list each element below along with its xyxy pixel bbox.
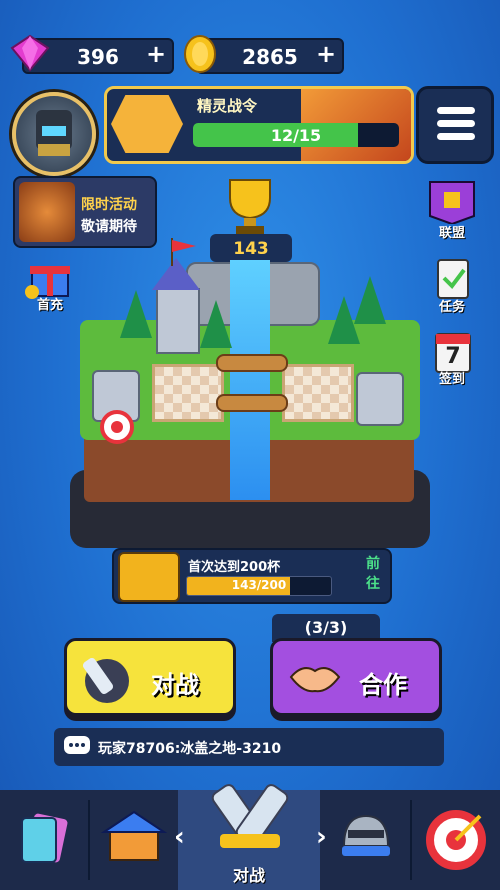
- target-icon: [100, 410, 134, 444]
- menu-icon-line: [437, 133, 475, 140]
- handshake-icon: [289, 667, 341, 693]
- tree: [120, 290, 152, 338]
- limited-event-button[interactable]: 限时活动 敬请期待: [13, 176, 157, 248]
- chat-bubble-icon: [64, 736, 90, 754]
- nav-helmet-icon[interactable]: [332, 806, 400, 870]
- pass-progress-text: 12/15: [270, 126, 322, 145]
- nav-divider: [410, 800, 412, 880]
- nav-right-arrow[interactable]: ›: [316, 822, 327, 852]
- coin-add-button[interactable]: +: [314, 42, 338, 66]
- nav-target-icon[interactable]: [424, 808, 488, 872]
- coop-count: (3/3): [304, 618, 348, 637]
- player-avatar[interactable]: [12, 92, 96, 176]
- nav-cards-icon[interactable]: [12, 808, 76, 872]
- first-recharge-button[interactable]: 首充: [22, 256, 78, 313]
- nav-battle-label: 对战: [232, 866, 265, 885]
- arena-board-right: [282, 364, 354, 422]
- trophy-icon: [229, 179, 271, 234]
- nav-shop-icon[interactable]: [100, 804, 168, 868]
- event-character-art: [19, 182, 75, 242]
- menu-icon-line: [437, 120, 475, 127]
- battle-button-label: 对战: [151, 671, 199, 699]
- cannon-tower-right: [356, 372, 404, 426]
- castle-tower: [156, 288, 200, 354]
- quest-go-button[interactable]: 前往: [362, 554, 384, 594]
- alliance-label: 联盟: [438, 226, 465, 241]
- gem-icon: [10, 34, 50, 72]
- checkin-label: 签到: [438, 372, 465, 387]
- menu-button[interactable]: [416, 86, 494, 164]
- coin-icon: [184, 35, 216, 73]
- alliance-button[interactable]: 联盟: [420, 176, 484, 241]
- checkin-button[interactable]: 7 签到: [422, 330, 482, 388]
- quest-progress-text: 143/200: [231, 578, 287, 592]
- arena-river: [230, 260, 270, 500]
- tasks-label: 任务: [438, 300, 465, 315]
- first-recharge-label: 首充: [36, 298, 63, 313]
- calendar-day: 7: [445, 344, 461, 369]
- event-subtitle: 敬请期待: [81, 219, 137, 235]
- quest-progress-bar: 143/200: [186, 576, 332, 596]
- pass-shield-icon: [111, 95, 183, 153]
- trophy-count: 143: [233, 239, 269, 259]
- chat-message: 玩家78706:冰盖之地-3210: [98, 741, 282, 757]
- tree: [328, 296, 360, 344]
- battle-button[interactable]: 对战: [64, 638, 236, 716]
- tree: [200, 300, 232, 348]
- knight-helmet-icon: [36, 110, 72, 156]
- menu-icon: [437, 107, 475, 114]
- nav-battle-icon[interactable]: [206, 778, 294, 862]
- alliance-banner-icon: [429, 181, 475, 224]
- quest-title: 首次达到200杯: [188, 560, 281, 575]
- coop-button[interactable]: 合作: [270, 638, 442, 716]
- tasks-button[interactable]: 任务: [422, 256, 482, 315]
- arena-bridge: [216, 394, 288, 412]
- battle-pass-panel[interactable]: 精灵战令 12/15: [104, 86, 414, 164]
- arena-board-left: [152, 364, 224, 422]
- nav-left-arrow[interactable]: ‹: [174, 822, 185, 852]
- gem-add-button[interactable]: +: [144, 42, 168, 66]
- crossed-swords-icon: [82, 657, 129, 703]
- pass-progress-bar: 12/15: [193, 123, 399, 147]
- coin-counter: 2865 +: [196, 38, 344, 74]
- coop-button-label: 合作: [359, 671, 407, 699]
- chat-bar[interactable]: 玩家78706:冰盖之地-3210: [54, 728, 444, 766]
- arena-bridge: [216, 354, 288, 372]
- clipboard-icon: [437, 259, 469, 299]
- flag-icon: [171, 238, 196, 266]
- nav-divider: [88, 800, 90, 880]
- trophy-quest-panel[interactable]: 首次达到200杯 143/200 前往: [112, 548, 392, 604]
- event-title: 限时活动: [81, 197, 137, 213]
- pass-title: 精灵战令: [197, 97, 258, 115]
- trophy-count-badge: 143: [210, 234, 292, 262]
- treasure-chest-icon: [118, 552, 180, 602]
